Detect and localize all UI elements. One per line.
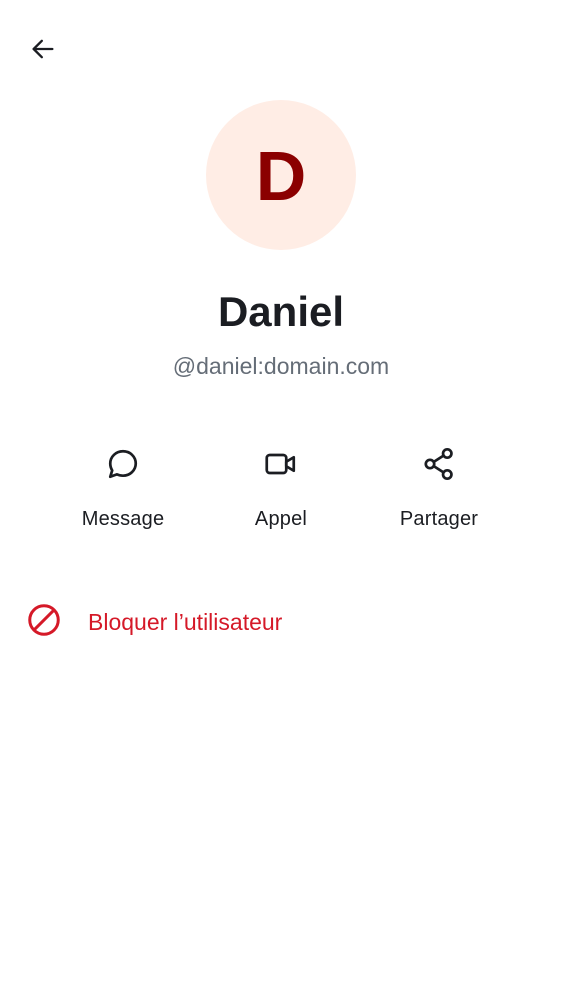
message-label: Message — [81, 508, 165, 530]
user-display-name: Daniel — [217, 288, 345, 335]
user-handle: @daniel:domain.com — [172, 353, 390, 379]
chat-bubble-icon — [105, 446, 141, 487]
call-label: Appel — [254, 508, 308, 530]
action-bar: Message Appel Partager — [0, 446, 562, 546]
message-button[interactable]: Message — [48, 446, 198, 531]
share-button[interactable]: Partager — [364, 446, 514, 531]
block-user-button[interactable]: Bloquer l’utilisateur — [24, 600, 538, 644]
avatar: D — [206, 100, 356, 250]
video-camera-icon — [263, 446, 299, 487]
avatar-initial: D — [255, 137, 307, 215]
block-icon — [26, 602, 62, 643]
block-user-label: Bloquer l’utilisateur — [88, 608, 283, 635]
arrow-left-icon — [29, 35, 57, 68]
share-label: Partager — [399, 508, 479, 530]
back-button[interactable] — [22, 30, 64, 72]
share-icon — [421, 446, 457, 487]
call-button[interactable]: Appel — [206, 446, 356, 531]
